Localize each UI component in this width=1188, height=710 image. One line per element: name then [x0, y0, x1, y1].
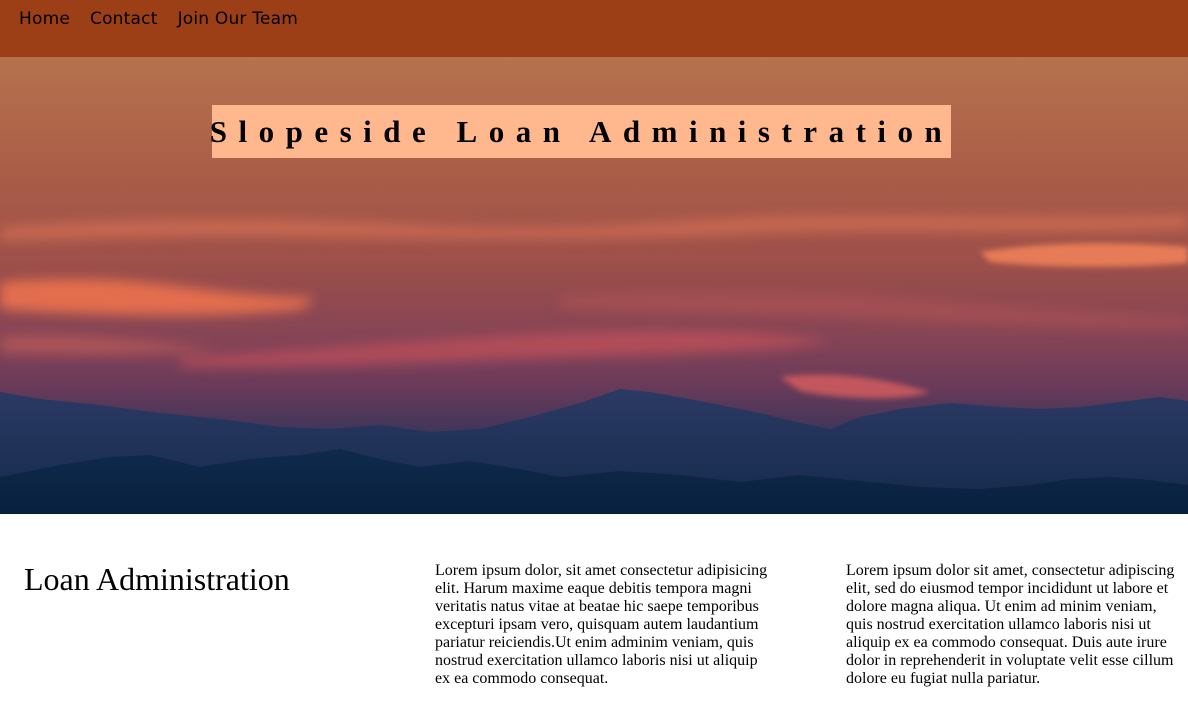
- cloud-streaks: [0, 215, 1188, 399]
- top-nav: Home Contact Join Our Team: [0, 0, 1188, 57]
- hero-title-box: Slopeside Loan Administration: [209, 105, 954, 158]
- hero-title: Slopeside Loan Administration: [209, 114, 954, 149]
- section-heading: Loan Administration: [24, 561, 290, 597]
- nav-item-join-our-team: Join Our Team: [178, 7, 298, 31]
- nav-link-contact[interactable]: Contact: [90, 9, 158, 29]
- hero-banner: Slopeside Loan Administration: [0, 57, 1188, 514]
- main-content: Loan Administration Lorem ipsum dolor, s…: [0, 514, 1188, 710]
- nav-menu: Home Contact Join Our Team: [19, 7, 298, 31]
- nav-link-join-our-team[interactable]: Join Our Team: [178, 9, 298, 29]
- nav-link-home[interactable]: Home: [19, 9, 70, 29]
- text-column-1: Lorem ipsum dolor, sit amet consectetur …: [435, 562, 768, 687]
- text-column-2: Lorem ipsum dolor sit amet, consectetur …: [846, 562, 1175, 687]
- nav-item-contact: Contact: [90, 7, 158, 31]
- nav-item-home: Home: [19, 7, 70, 31]
